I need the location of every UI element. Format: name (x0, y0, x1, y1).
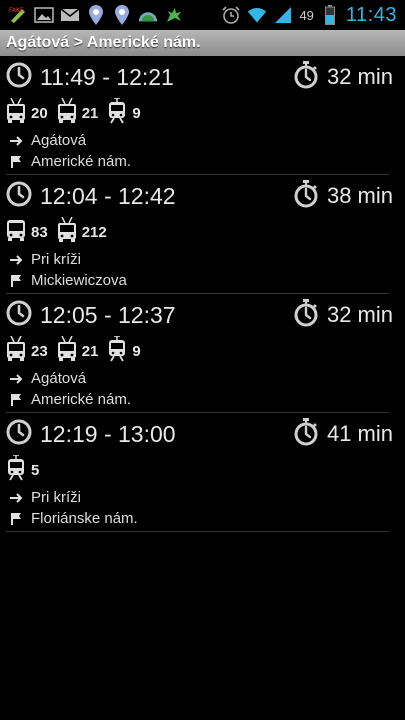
flag-icon (8, 512, 24, 526)
duration-text: 32 min (326, 64, 393, 89)
clock-icon (6, 62, 32, 93)
fake-gps-icon: FAKE (8, 5, 28, 25)
from-stop: Agátová (31, 370, 87, 387)
trolleybus-icon (6, 335, 26, 367)
mail-icon (60, 5, 80, 25)
connections-list: 11:49 - 12:21 32 min 20 21 9 Agátová Ameri… (0, 58, 405, 534)
alarm-icon (221, 5, 241, 25)
battery-icon (320, 5, 340, 25)
connection-item[interactable]: 11:49 - 12:21 32 min 20 21 9 Agátová Ameri… (0, 58, 405, 177)
line-number: 9 (132, 104, 141, 122)
line-number: 83 (31, 223, 48, 241)
stopwatch-icon (293, 417, 319, 451)
line-number: 5 (31, 461, 40, 479)
duration: 32 min (293, 298, 405, 332)
vehicle: 9 (107, 96, 141, 129)
arrow-right-icon (8, 492, 24, 504)
route-title: Agátová > Americké nám. (6, 34, 201, 51)
to-stop: Floriánske nám. (31, 510, 138, 527)
duration: 41 min (293, 417, 405, 451)
app-dragon-icon (164, 5, 184, 25)
vehicle: 20 (6, 97, 48, 129)
arrow-right-icon (8, 254, 24, 266)
divider (6, 412, 389, 413)
line-number: 21 (81, 342, 99, 360)
svg-text:FAKE: FAKE (9, 7, 24, 14)
location-pin-icon (86, 5, 106, 25)
trolleybus-icon (57, 216, 77, 248)
to-stop: Americké nám. (31, 391, 132, 408)
duration: 38 min (293, 179, 405, 213)
clock-icon (6, 419, 32, 450)
vehicles-row: 83 212 (6, 215, 405, 249)
vehicle: 23 (6, 335, 48, 367)
status-bar: FAKE 49 11:43 (0, 0, 405, 30)
clock-icon (6, 181, 32, 212)
connection-item[interactable]: 12:19 - 13:00 41 min 5 Pri kríži Floriánsk… (0, 415, 405, 534)
duration-text: 41 min (326, 421, 393, 446)
tram-icon (107, 334, 127, 367)
vehicle: 212 (57, 216, 107, 248)
stopwatch-icon (293, 179, 319, 213)
from-stop: Pri kríži (31, 489, 81, 506)
to-stop: Mickiewiczova (31, 272, 127, 289)
status-clock: 11:43 (345, 3, 397, 26)
location-pin-icon-2 (112, 5, 132, 25)
flag-icon (8, 274, 24, 288)
arrow-right-icon (8, 135, 24, 147)
vehicle: 5 (6, 453, 40, 486)
stopwatch-icon (293, 60, 319, 94)
trolleybus-icon (57, 97, 77, 129)
vehicle: 21 (57, 97, 99, 129)
line-number: 20 (31, 104, 48, 122)
trolleybus-icon (57, 335, 77, 367)
route-title-bar: Agátová > Americké nám. (0, 30, 405, 56)
weather-icon (138, 5, 158, 25)
from-stop: Agátová (31, 132, 87, 149)
departure-arrival-time: 12:05 - 12:37 (40, 301, 176, 328)
from-stop: Pri kríži (31, 251, 81, 268)
arrow-right-icon (8, 373, 24, 385)
vehicles-row: 23 21 9 (6, 334, 405, 368)
departure-arrival-time: 11:49 - 12:21 (40, 63, 174, 90)
bus-icon (6, 218, 26, 247)
vehicles-row: 5 (6, 453, 405, 487)
line-number: 212 (81, 223, 107, 241)
battery-percent: 49 (299, 7, 314, 23)
line-number: 21 (81, 104, 99, 122)
wifi-icon (247, 5, 267, 25)
departure-arrival-time: 12:04 - 12:42 (40, 182, 176, 209)
tram-icon (107, 96, 127, 129)
flag-icon (8, 155, 24, 169)
divider (6, 293, 389, 294)
line-number: 9 (132, 342, 141, 360)
divider (6, 531, 389, 532)
connection-item[interactable]: 12:05 - 12:37 32 min 23 21 9 Agátová Ameri… (0, 296, 405, 415)
stopwatch-icon (293, 298, 319, 332)
duration-text: 38 min (326, 183, 393, 208)
tram-icon (6, 453, 26, 486)
connection-item[interactable]: 12:04 - 12:42 38 min 83 212 Pri kríži Mick… (0, 177, 405, 296)
vehicle: 9 (107, 334, 141, 367)
duration: 32 min (293, 60, 405, 94)
trolleybus-icon (6, 97, 26, 129)
flag-icon (8, 393, 24, 407)
line-number: 23 (31, 342, 48, 360)
divider (6, 174, 389, 175)
to-stop: Americké nám. (31, 153, 132, 170)
clock-icon (6, 300, 32, 331)
gallery-icon (34, 5, 54, 25)
vehicle: 21 (57, 335, 99, 367)
duration-text: 32 min (326, 302, 393, 327)
vehicle: 83 (6, 218, 48, 247)
signal-icon (273, 5, 293, 25)
vehicles-row: 20 21 9 (6, 96, 405, 130)
departure-arrival-time: 12:19 - 13:00 (40, 420, 176, 447)
